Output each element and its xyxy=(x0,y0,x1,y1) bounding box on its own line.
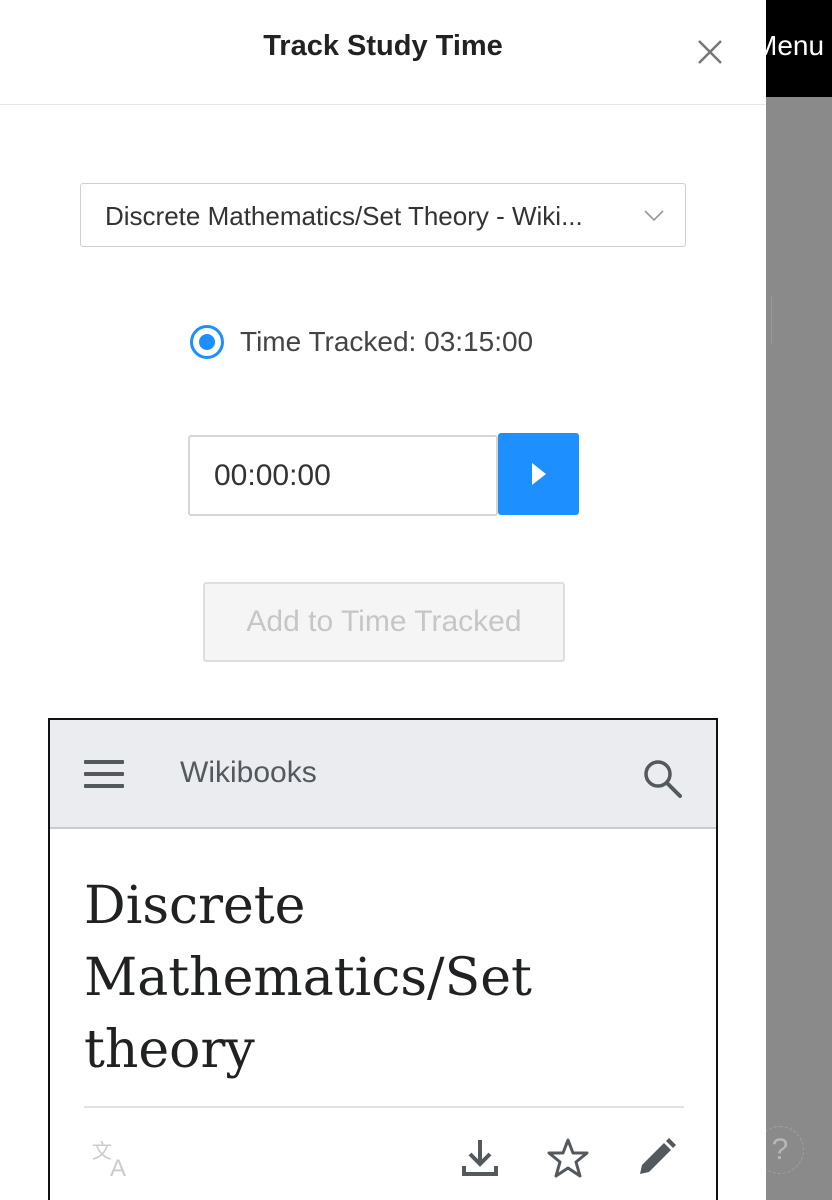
chevron-down-icon xyxy=(643,206,665,224)
hamburger-menu-icon[interactable] xyxy=(84,760,124,790)
svg-text:A: A xyxy=(110,1155,126,1180)
start-timer-button[interactable] xyxy=(498,433,579,515)
track-study-time-modal: Track Study Time Discrete Mathematics/Se… xyxy=(0,0,766,1200)
background-topbar: Menu xyxy=(766,0,832,97)
time-tracked-label: Time Tracked: 03:15:00 xyxy=(240,326,534,357)
page-preview: Wikibooks Discrete Mathematics/Set theor… xyxy=(48,718,718,1200)
time-tracked-radio[interactable] xyxy=(190,325,224,359)
page-select[interactable]: Discrete Mathematics/Set Theory - Wiki..… xyxy=(80,183,686,247)
modal-title: Track Study Time xyxy=(263,30,503,62)
close-icon[interactable] xyxy=(692,34,728,70)
background-menu-label[interactable]: Menu xyxy=(766,30,824,62)
background-divider xyxy=(766,296,772,344)
search-icon[interactable] xyxy=(640,756,684,800)
edit-icon[interactable] xyxy=(634,1136,678,1180)
star-icon[interactable] xyxy=(546,1136,590,1180)
background-page: Menu ? xyxy=(756,0,832,1200)
page-select-value: Discrete Mathematics/Set Theory - Wiki..… xyxy=(105,201,583,231)
play-icon xyxy=(531,463,546,485)
download-icon[interactable] xyxy=(458,1136,502,1180)
timer-input[interactable] xyxy=(188,435,498,516)
add-to-time-tracked-button[interactable]: Add to Time Tracked xyxy=(203,582,565,662)
svg-text:文: 文 xyxy=(92,1139,112,1163)
time-tracked-option[interactable]: Time Tracked: 03:15:00 xyxy=(190,322,533,362)
wikibooks-header: Wikibooks xyxy=(50,720,716,829)
wikibooks-site-name[interactable]: Wikibooks xyxy=(180,756,317,790)
wikibooks-page-title: Discrete Mathematics/Set theory xyxy=(84,876,532,1080)
title-divider xyxy=(84,1106,684,1108)
modal-header: Track Study Time xyxy=(0,0,766,105)
language-icon[interactable]: 文 A xyxy=(90,1136,134,1182)
